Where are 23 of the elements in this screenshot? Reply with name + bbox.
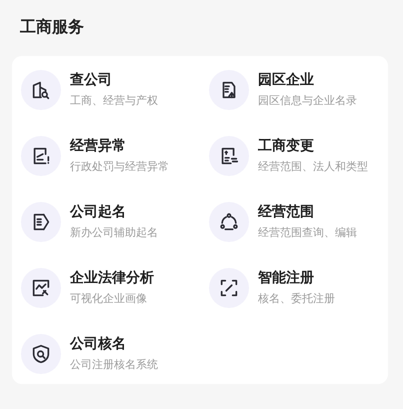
service-title[interactable]: 园区企业 — [258, 70, 357, 90]
service-title[interactable]: 公司核名 — [70, 334, 158, 354]
service-title[interactable]: 经营异常 — [70, 136, 169, 156]
service-description: 经营范围、法人和类型 — [258, 159, 368, 175]
service-description: 可视化企业画像 — [70, 291, 148, 307]
building-search-icon — [30, 79, 52, 101]
service-description: 行政处罚与经营异常 — [70, 159, 169, 175]
service-description: 工商、经营与产权 — [70, 93, 158, 109]
shield-search-icon — [30, 343, 52, 365]
service-description: 经营范围查询、编辑 — [258, 225, 357, 241]
service-description: 公司注册核名系统 — [70, 357, 158, 373]
cycle-icon — [218, 211, 240, 233]
service-description: 园区信息与企业名录 — [258, 93, 357, 109]
service-description: 新办公司辅助起名 — [70, 225, 158, 241]
service-title[interactable]: 企业法律分析 — [70, 268, 154, 288]
service-title[interactable]: 公司起名 — [70, 202, 158, 222]
service-description: 核名、委托注册 — [258, 291, 335, 307]
chart-gavel-icon — [30, 277, 52, 299]
section-title: 工商服务 — [20, 17, 84, 36]
service-title[interactable]: 智能注册 — [258, 268, 335, 288]
service-title[interactable]: 经营范围 — [258, 202, 357, 222]
service-title[interactable]: 工商变更 — [258, 136, 368, 156]
service-title[interactable]: 查公司 — [70, 70, 158, 90]
